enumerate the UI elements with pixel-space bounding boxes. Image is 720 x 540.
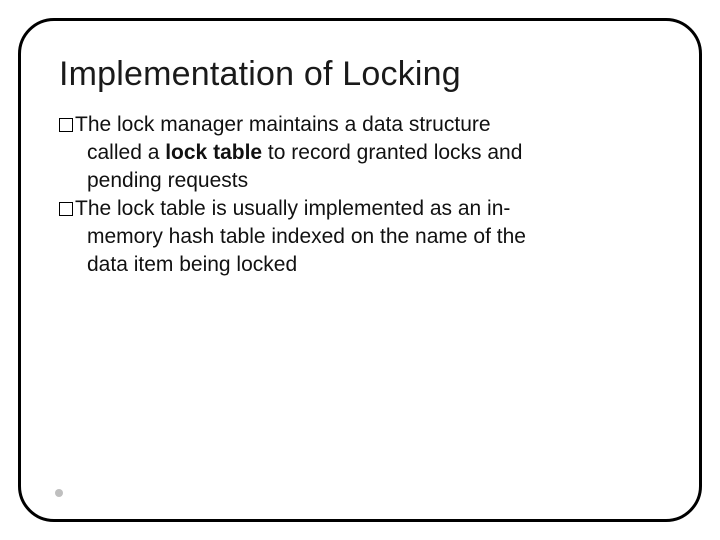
- bold-term: lock table: [165, 141, 262, 164]
- bullet-text: pending requests: [87, 169, 248, 192]
- square-bullet-icon: [59, 118, 73, 132]
- slide-frame: Implementation of Locking The lock manag…: [18, 18, 702, 522]
- bullet-text: The lock manager maintains a data struct…: [75, 113, 491, 136]
- bullet-item: The lock manager maintains a data struct…: [59, 112, 661, 138]
- bullet-text: memory hash table indexed on the name of…: [87, 225, 526, 248]
- bullet-text: data item being locked: [87, 253, 297, 276]
- bullet-text: to record granted locks and: [262, 141, 522, 164]
- square-bullet-icon: [59, 202, 73, 216]
- bullet-continuation: data item being locked: [59, 252, 661, 278]
- bullet-item: The lock table is usually implemented as…: [59, 196, 661, 222]
- bullet-text: The lock table is usually implemented as…: [75, 197, 510, 220]
- bullet-continuation: pending requests: [59, 168, 661, 194]
- bullet-continuation: memory hash table indexed on the name of…: [59, 224, 661, 250]
- slide-title: Implementation of Locking: [59, 55, 661, 94]
- bullet-text: called a: [87, 141, 165, 164]
- slide-body: The lock manager maintains a data struct…: [59, 112, 661, 278]
- footer-dot-icon: [55, 489, 63, 497]
- bullet-continuation: called a lock table to record granted lo…: [59, 140, 661, 166]
